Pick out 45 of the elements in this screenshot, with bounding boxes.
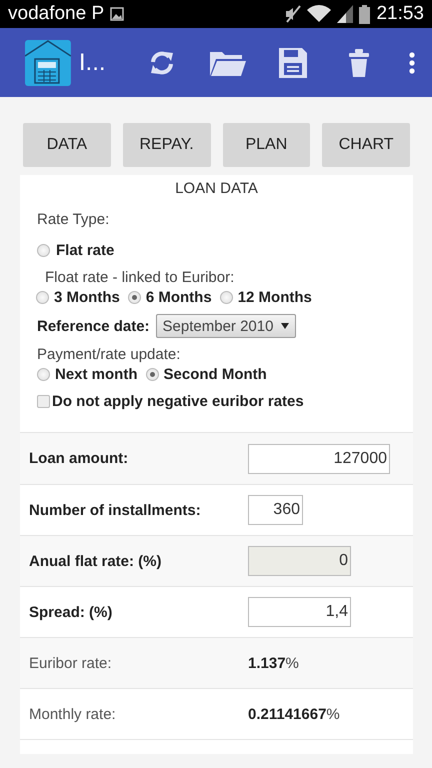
signal-icon — [337, 5, 354, 23]
radio-button[interactable] — [36, 291, 49, 304]
radio-button[interactable] — [37, 368, 50, 381]
tab-button[interactable]: DATA — [23, 123, 111, 167]
date-dropdown[interactable]: September 2010 — [156, 314, 296, 338]
radio-label: 12 Months — [238, 289, 312, 306]
radio-label: 6 Months — [146, 289, 212, 306]
carrier-name: vodafone P — [8, 3, 104, 25]
field-label: Monthly rate: — [29, 706, 117, 722]
clock-time: 21:53 — [376, 3, 424, 25]
input-field[interactable]: 360 — [248, 495, 303, 525]
battery-icon — [359, 4, 370, 24]
field-label: Spread: (%) — [29, 604, 114, 620]
radio-button[interactable] — [128, 291, 141, 304]
radio-button[interactable] — [37, 244, 50, 257]
field-label: Loan amount: — [29, 450, 130, 467]
mute-icon — [285, 5, 302, 23]
rate-type-label: Rate Type: — [37, 211, 110, 228]
section-title: LOAN DATA — [174, 179, 259, 197]
tab-button[interactable]: CHART — [322, 123, 410, 167]
radio-label: 3 Months — [54, 289, 120, 306]
field-value: 1.137% — [248, 654, 299, 672]
radio-label: Next month — [55, 366, 138, 383]
input-field[interactable]: 1,4 — [248, 597, 351, 627]
field-label: Euribor rate: — [29, 654, 113, 672]
input-field[interactable]: 127000 — [248, 444, 390, 474]
app-title: I... — [78, 48, 107, 76]
radio-button[interactable] — [146, 368, 158, 381]
radio-button[interactable] — [220, 291, 233, 304]
float-rate-label: Float rate - linked to Euribor: — [45, 269, 236, 286]
caret-icon — [281, 323, 290, 329]
field-label: Anual flat rate: (%) — [29, 552, 163, 570]
app-logo-icon[interactable] — [25, 40, 71, 86]
radio-label: Flat rate — [56, 242, 114, 259]
update-label: Payment/rate update: — [37, 346, 182, 363]
radio-label: Second Month — [164, 366, 267, 383]
image-icon — [110, 7, 124, 21]
reference-date-label: Reference date: — [37, 318, 150, 334]
tab-button[interactable]: PLAN — [222, 123, 310, 167]
field-value: 0.21141667% — [248, 706, 340, 722]
wifi-icon — [307, 5, 332, 23]
tab-button[interactable]: REPAY. — [122, 123, 210, 167]
checkbox-label: Do not apply negative euribor rates — [52, 393, 304, 410]
field-label: Number of installments: — [29, 502, 202, 518]
checkbox[interactable] — [37, 395, 50, 408]
